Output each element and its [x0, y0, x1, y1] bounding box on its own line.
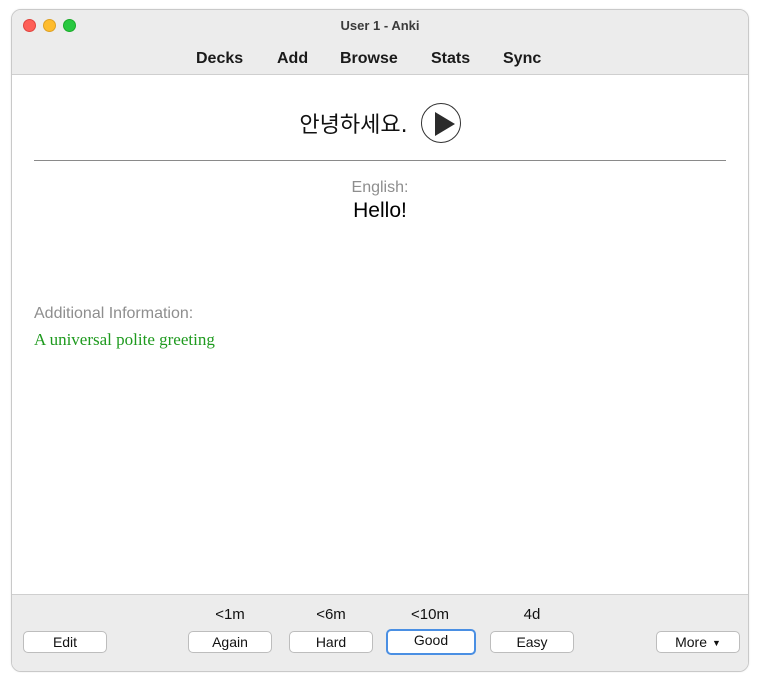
title-bar: User 1 - Anki — [12, 10, 748, 42]
play-icon — [434, 112, 455, 136]
good-button[interactable]: Good — [386, 629, 476, 655]
additional-info-label: Additional Information: — [34, 305, 194, 322]
answer-divider — [34, 160, 726, 161]
play-audio-button[interactable] — [420, 103, 461, 143]
decks-link[interactable]: Decks — [196, 50, 243, 68]
browse-link[interactable]: Browse — [340, 50, 398, 68]
hard-interval: <6m — [316, 606, 346, 623]
english-value: Hello! — [353, 199, 407, 222]
english-label: English: — [351, 179, 409, 196]
front-text: 안녕하세요. — [299, 113, 408, 138]
add-link[interactable]: Add — [277, 50, 308, 68]
again-button[interactable]: Again — [188, 631, 272, 653]
good-interval: <10m — [411, 606, 449, 623]
main-toolbar: Decks Add Browse Stats Sync — [12, 42, 748, 75]
chevron-down-icon: ▼ — [711, 638, 721, 649]
easy-button[interactable]: Easy — [490, 631, 574, 653]
hard-button[interactable]: Hard — [289, 631, 373, 653]
card-content: 안녕하세요. English: Hello! Additional Inform… — [12, 75, 748, 594]
answer-bar: <1m <6m <10m 4d Edit Again Hard Good Eas… — [12, 594, 748, 671]
additional-info-value: A universal polite greeting — [34, 330, 215, 349]
anki-window: User 1 - Anki Decks Add Browse Stats Syn… — [11, 9, 749, 672]
easy-interval: 4d — [523, 606, 541, 623]
stats-link[interactable]: Stats — [431, 50, 470, 68]
again-interval: <1m — [215, 606, 245, 623]
edit-button[interactable]: Edit — [23, 631, 107, 653]
more-label: More — [675, 634, 707, 650]
window-title: User 1 - Anki — [340, 18, 420, 33]
sync-link[interactable]: Sync — [503, 50, 541, 68]
more-button[interactable]: More ▼ — [656, 631, 740, 653]
card-front: 안녕하세요. — [12, 103, 748, 143]
